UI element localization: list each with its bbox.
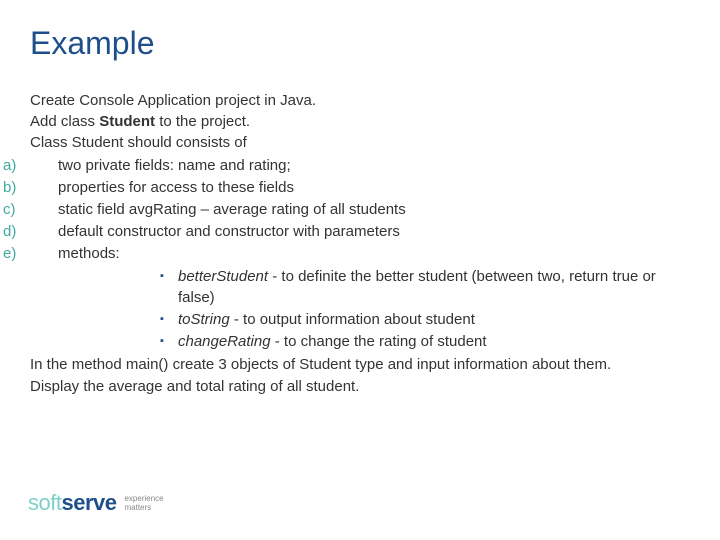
- intro-line-3: Class Student should consists of: [30, 132, 690, 153]
- logo-main: softserve: [28, 490, 116, 516]
- method-1: betterStudent - to definite the better s…: [178, 266, 690, 308]
- content-d: default constructor and constructor with…: [30, 221, 400, 242]
- intro-line-2-pre: Add class: [30, 113, 99, 130]
- list-item-e: e) methods:: [0, 243, 690, 264]
- method-2-name: toString: [178, 311, 230, 328]
- marker-a: a): [0, 155, 30, 176]
- methods-list: ▪ betterStudent - to definite the better…: [160, 266, 690, 352]
- method-item-1: ▪ betterStudent - to definite the better…: [160, 266, 690, 308]
- intro-line-2-post: to the project.: [155, 113, 250, 130]
- intro-line-2: Add class Student to the project.: [30, 111, 690, 132]
- marker-d: d): [0, 221, 30, 242]
- marker-b: b): [0, 177, 30, 198]
- method-1-name: betterStudent: [178, 268, 268, 285]
- method-item-3: ▪ changeRating - to change the rating of…: [160, 331, 690, 352]
- method-2-desc: - to output information about student: [230, 311, 475, 328]
- content-a: two private fields: name and rating;: [30, 155, 291, 176]
- closing-line-1: In the method main() create 3 objects of…: [30, 354, 690, 375]
- intro-block: Create Console Application project in Ja…: [30, 90, 690, 153]
- logo-tag-2: matters: [124, 504, 163, 513]
- intro-line-1: Create Console Application project in Ja…: [30, 90, 690, 111]
- content-e: methods:: [30, 243, 120, 264]
- list-item-b: b) properties for access to these fields: [0, 177, 690, 198]
- method-3: changeRating - to change the rating of s…: [178, 331, 690, 352]
- content-c: static field avgRating – average rating …: [30, 199, 406, 220]
- logo: softserve experience matters: [28, 490, 164, 516]
- list-item-d: d) default constructor and constructor w…: [0, 221, 690, 242]
- list-item-a: a) two private fields: name and rating;: [0, 155, 690, 176]
- closing-line-2: Display the average and total rating of …: [30, 376, 690, 397]
- logo-soft: soft: [28, 490, 61, 515]
- closing-block: In the method main() create 3 objects of…: [30, 354, 690, 397]
- logo-tagline: experience matters: [124, 493, 163, 513]
- method-2: toString - to output information about s…: [178, 309, 690, 330]
- logo-serve: serve: [61, 490, 116, 515]
- method-3-desc: - to change the rating of student: [271, 333, 487, 350]
- content-b: properties for access to these fields: [30, 177, 294, 198]
- slide-title: Example: [30, 25, 690, 62]
- method-3-name: changeRating: [178, 333, 271, 350]
- intro-line-2-bold: Student: [99, 113, 155, 130]
- method-item-2: ▪ toString - to output information about…: [160, 309, 690, 330]
- marker-e: e): [0, 243, 30, 264]
- bullet-icon: ▪: [160, 266, 178, 308]
- bullet-icon: ▪: [160, 331, 178, 352]
- bullet-icon: ▪: [160, 309, 178, 330]
- list-item-c: c) static field avgRating – average rati…: [0, 199, 690, 220]
- requirements-list: a) two private fields: name and rating; …: [0, 155, 690, 264]
- marker-c: c): [0, 199, 30, 220]
